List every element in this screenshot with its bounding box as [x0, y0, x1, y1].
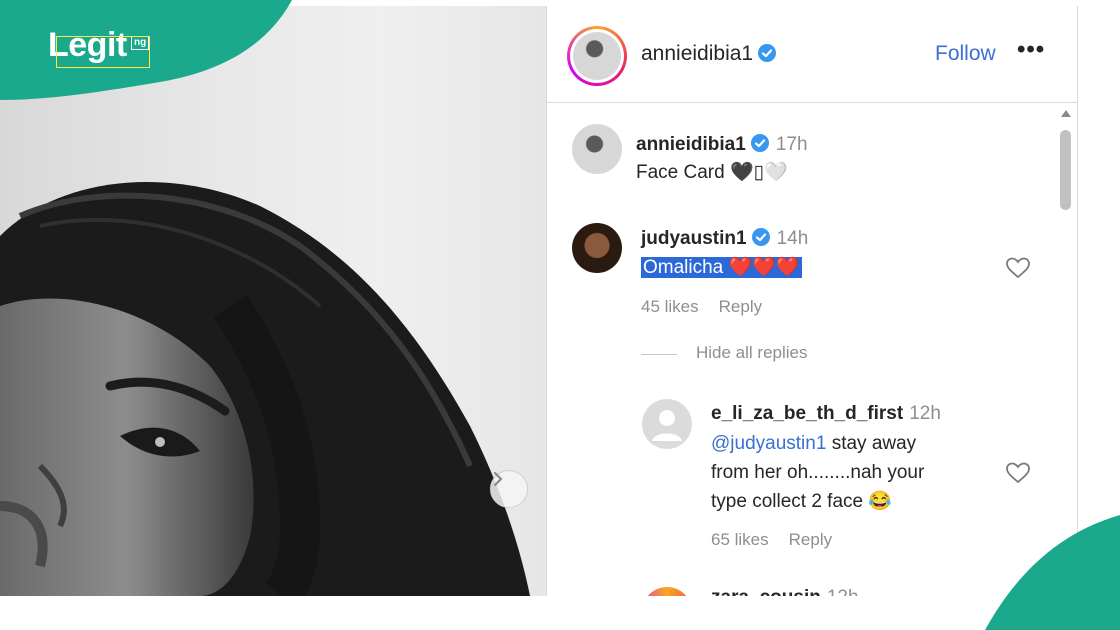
- decorative-shape: [985, 515, 1120, 630]
- next-photo-button[interactable]: [490, 470, 528, 508]
- post-header: annieidibia1 Follow •••: [547, 6, 1077, 103]
- author-username[interactable]: annieidibia1: [641, 42, 777, 66]
- mention-link[interactable]: @judyaustin1: [711, 433, 826, 454]
- comment-time: 14h: [776, 228, 809, 249]
- brand-logo: Legit: [48, 26, 127, 64]
- likes-count[interactable]: 45 likes: [641, 297, 699, 316]
- reply-meta: 65 likes Reply: [711, 530, 852, 550]
- verified-badge-icon: [758, 44, 777, 62]
- avatar[interactable]: [642, 399, 692, 449]
- like-heart-icon[interactable]: [1005, 461, 1031, 485]
- reply-time: 12h: [827, 587, 859, 596]
- comment-text: Face Card 🖤▯🤍: [636, 162, 788, 183]
- avatar[interactable]: [642, 587, 692, 596]
- comment-username[interactable]: annieidibia1 17h: [636, 133, 808, 156]
- logo-background: [0, 0, 292, 100]
- reply-username[interactable]: zara_cousin12h: [711, 587, 859, 596]
- divider: [641, 354, 677, 355]
- avatar[interactable]: [572, 223, 622, 273]
- hide-replies-button[interactable]: Hide all replies: [696, 343, 808, 363]
- selected-text: Omalicha ❤️❤️❤️: [641, 257, 802, 278]
- reply-text: @judyaustin1 stay away from her oh......…: [711, 433, 925, 512]
- verified-badge-icon: [751, 228, 770, 246]
- brand-logo-suffix: ng: [131, 36, 150, 50]
- reply-button[interactable]: Reply: [789, 530, 832, 549]
- like-heart-icon[interactable]: [1005, 256, 1031, 280]
- comments-panel: annieidibia1 Follow ••• annieidibia1 17h …: [546, 6, 1078, 596]
- likes-count[interactable]: 65 likes: [711, 530, 769, 549]
- default-user-icon: [652, 410, 682, 441]
- scrollbar-thumb[interactable]: [1060, 130, 1071, 210]
- author-username-text: annieidibia1: [641, 42, 754, 65]
- avatar[interactable]: [572, 124, 622, 174]
- comment-time: 17h: [775, 134, 808, 155]
- comment-username[interactable]: judyaustin1 14h: [641, 227, 808, 250]
- comment-meta: 45 likes Reply: [641, 297, 782, 317]
- reply-username[interactable]: e_li_za_be_th_d_first 12h: [711, 403, 941, 425]
- scroll-up-icon[interactable]: [1061, 110, 1071, 117]
- chevron-right-icon: [493, 471, 503, 487]
- more-options-button[interactable]: •••: [1017, 36, 1045, 64]
- author-avatar[interactable]: [567, 26, 627, 86]
- reply-button[interactable]: Reply: [719, 297, 762, 316]
- comment-text: Omalicha ❤️❤️❤️: [641, 253, 802, 282]
- verified-badge-icon: [750, 134, 769, 152]
- reply-time: 12h: [909, 403, 941, 424]
- follow-button[interactable]: Follow: [935, 42, 996, 66]
